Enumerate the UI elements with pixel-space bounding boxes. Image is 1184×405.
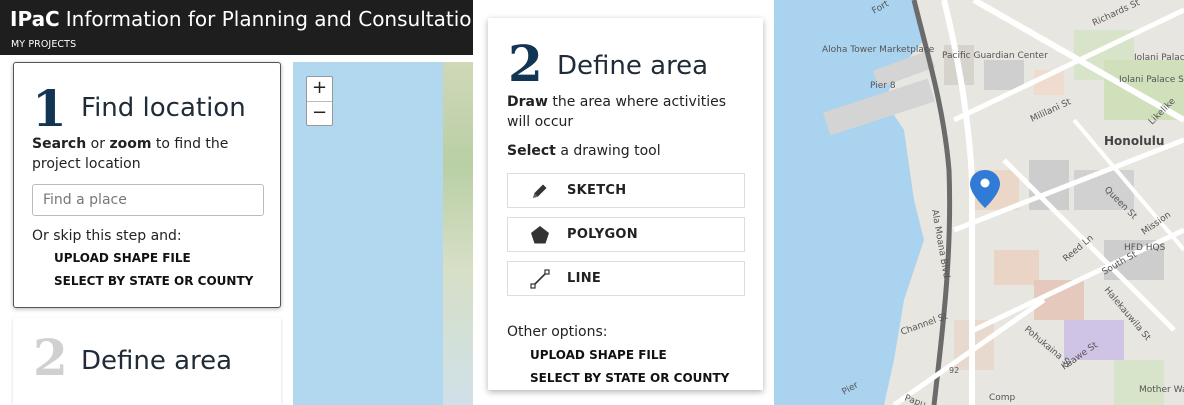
map-label: Papu: [903, 393, 927, 405]
pencil-icon: [533, 184, 547, 198]
sketch-tool-button[interactable]: SKETCH: [507, 173, 745, 208]
instruction-search: Search: [32, 136, 87, 152]
step-title: Define area: [557, 51, 709, 81]
app-title[interactable]: IPaC Information for Planning and Consult…: [10, 7, 473, 31]
step-title: Find location: [81, 93, 246, 123]
zoom-in-button[interactable]: +: [307, 77, 332, 101]
map-label: Iolani Palace State Monument: [1119, 75, 1184, 85]
step-number: 2: [33, 328, 68, 387]
street-map[interactable]: Aloha Tower Marketplace Pacific Guardian…: [774, 0, 1184, 405]
brand-logo: IPaC: [10, 7, 60, 31]
step-title: Define area: [81, 346, 233, 376]
step-instructions: Draw the area where activities will occu…: [507, 92, 752, 132]
tool-label: SKETCH: [567, 183, 627, 198]
line-icon: [530, 269, 550, 289]
select-tool-text: Select a drawing tool: [507, 143, 661, 159]
upload-shape-file-link[interactable]: UPLOAD SHAPE FILE: [54, 251, 191, 265]
polygon-icon: [531, 226, 549, 244]
zoom-out-button[interactable]: −: [307, 101, 332, 125]
polygon-tool-button[interactable]: POLYGON: [507, 217, 745, 252]
route-shield: 92: [949, 366, 959, 375]
select-state-county-link[interactable]: SELECT BY STATE OR COUNTY: [54, 274, 253, 288]
step-number: 1: [32, 79, 67, 138]
step-find-location-card: 1 Find location Search or zoom to find t…: [13, 62, 281, 308]
tool-label: LINE: [567, 271, 602, 286]
map-label: Mother Waldron: [1139, 385, 1184, 395]
tool-label: POLYGON: [567, 227, 638, 242]
map-label: Aloha Tower Marketplace: [822, 45, 935, 55]
select-emph: Select: [507, 143, 556, 159]
instruction-zoom: zoom: [109, 136, 152, 152]
park: [1114, 360, 1164, 405]
map-label: Comp: [989, 393, 1016, 403]
map-label: Pier 8: [870, 81, 896, 91]
right-screen: Aloha Tower Marketplace Pacific Guardian…: [481, 0, 1184, 405]
line-tool-button[interactable]: LINE: [507, 261, 745, 296]
left-screen: IPaC Information for Planning and Consult…: [0, 0, 473, 405]
app-title-text: Information for Planning and Consultatio…: [65, 7, 473, 31]
find-place-input[interactable]: [32, 184, 264, 216]
map-label: Honolulu: [1104, 134, 1164, 148]
map-label: Richards St: [1091, 0, 1142, 29]
step-number: 2: [508, 34, 543, 93]
map-label: Mililani St: [1029, 97, 1073, 125]
map-label: Pacific Guardian Center: [942, 51, 1048, 61]
select-state-county-link[interactable]: SELECT BY STATE OR COUNTY: [530, 371, 729, 385]
step-define-area-card[interactable]: 2 Define area: [13, 318, 281, 405]
building: [984, 60, 1024, 90]
select-rest: a drawing tool: [555, 143, 661, 159]
map-land: [443, 62, 473, 405]
skip-text: Or skip this step and:: [32, 228, 182, 244]
zoom-control: + −: [306, 76, 333, 126]
step-instructions: Search or zoom to find the project locat…: [32, 134, 272, 174]
my-projects-link[interactable]: MY PROJECTS: [11, 39, 76, 50]
app-header: IPaC Information for Planning and Consult…: [0, 0, 473, 55]
map-label: Iolani Palace: [1134, 53, 1184, 63]
street-map-graphics: Aloha Tower Marketplace Pacific Guardian…: [774, 0, 1184, 405]
step-define-area-card: 2 Define area Draw the area where activi…: [488, 18, 763, 390]
other-options-text: Other options:: [507, 324, 608, 340]
upload-shape-file-link[interactable]: UPLOAD SHAPE FILE: [530, 348, 667, 362]
instruction-or: or: [86, 136, 110, 152]
instruction-draw: Draw: [507, 94, 548, 110]
building: [994, 250, 1039, 285]
